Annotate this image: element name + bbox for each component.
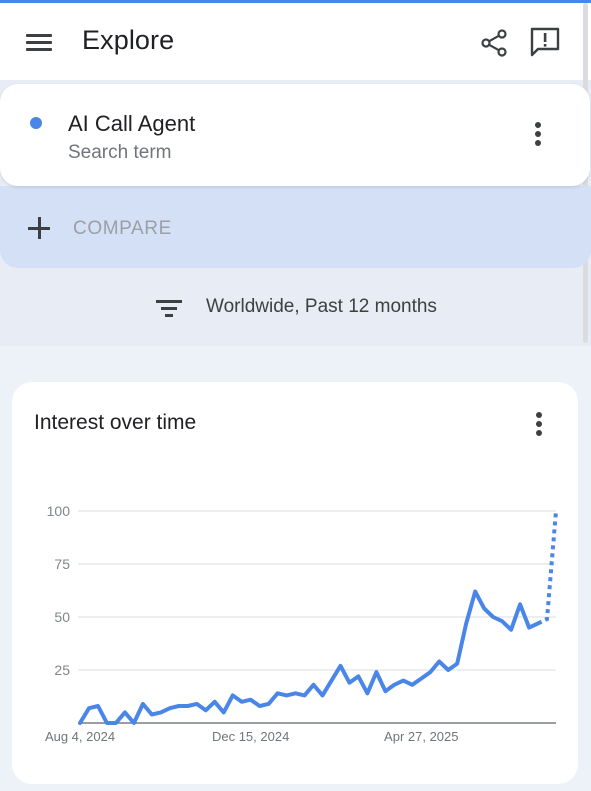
series-line-partial [537, 510, 558, 626]
menu-icon[interactable] [26, 33, 54, 55]
series-color-dot [30, 117, 42, 129]
x-tick-label: Apr 27, 2025 [384, 729, 458, 744]
x-tick-label: Aug 4, 2024 [45, 729, 115, 744]
share-icon[interactable] [478, 27, 510, 59]
app-header: Explore [0, 3, 591, 80]
filter-summary[interactable]: Worldwide, Past 12 months [206, 296, 437, 318]
search-term-type: Search term [68, 142, 172, 163]
x-tick-label: Dec 15, 2024 [212, 729, 289, 744]
more-options-icon[interactable] [532, 122, 544, 150]
y-tick-label: 75 [54, 556, 70, 572]
filter-icon[interactable] [156, 298, 182, 318]
plus-icon [28, 217, 50, 239]
y-tick-label: 25 [54, 662, 70, 678]
interest-over-time-card: Interest over time 25 50 75 100 Aug 4, 2024 D… [12, 382, 578, 784]
interest-line-chart: 25 50 75 100 Aug 4, 2024 Dec 15, 2024 Apr 27, … [45, 503, 558, 744]
compare-label: COMPARE [73, 218, 172, 239]
y-tick-label: 100 [47, 503, 71, 519]
series-line [78, 589, 540, 725]
feedback-icon[interactable] [528, 25, 562, 59]
search-term-name: AI Call Agent [68, 111, 196, 136]
compare-button[interactable]: COMPARE [0, 186, 591, 268]
search-term-card[interactable]: AI Call Agent Search term [0, 84, 590, 186]
y-tick-label: 50 [54, 609, 70, 625]
page-title: Explore [82, 25, 175, 55]
